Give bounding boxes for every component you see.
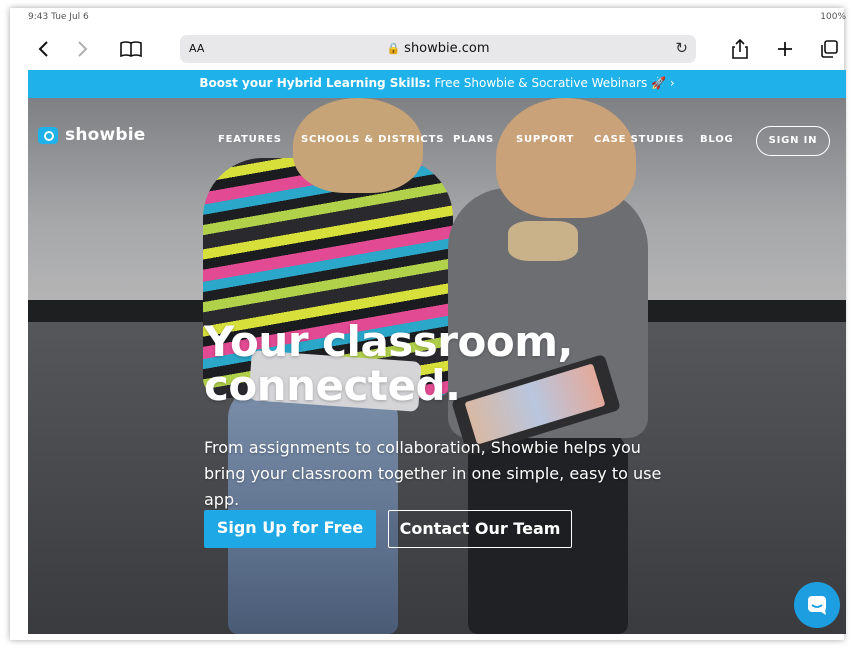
tabs-icon [821, 40, 838, 58]
chevron-left-icon [38, 41, 48, 57]
forward-button[interactable] [68, 34, 98, 64]
hero-section: showbie FEATURES SCHOOLS & DISTRICTS PLA… [28, 98, 846, 634]
new-tab-button[interactable] [770, 34, 800, 64]
address-bar[interactable]: AA 🔒 showbie.com ↻ [180, 35, 696, 63]
share-button[interactable] [725, 34, 755, 64]
status-bar: 9:43 Tue Jul 6 100% [28, 12, 846, 28]
banner-text: Free Showbie & Socrative Webinars 🚀 › [430, 76, 675, 90]
status-battery: 100% [820, 12, 846, 22]
browser-toolbar: AA 🔒 showbie.com ↻ [28, 30, 846, 68]
lock-icon: 🔒 [386, 42, 401, 55]
nav-features[interactable]: FEATURES [218, 134, 282, 145]
banner-highlight: Boost your Hybrid Learning Skills: [199, 76, 431, 90]
plus-icon [778, 42, 792, 56]
url-text: showbie.com [404, 41, 490, 56]
showbie-logo-icon [38, 126, 58, 144]
sign-up-button[interactable]: Sign Up for Free [204, 510, 376, 548]
hero-subtext: From assignments to collaboration, Showb… [204, 438, 662, 509]
promo-banner[interactable]: Boost your Hybrid Learning Skills: Free … [28, 70, 846, 98]
status-time: 9:43 Tue Jul 6 [28, 12, 89, 22]
chat-button[interactable] [794, 582, 840, 628]
chevron-right-icon [78, 41, 88, 57]
back-button[interactable] [28, 34, 58, 64]
hero-headline-line2: connected. [204, 361, 461, 410]
chat-icon [808, 596, 826, 615]
contact-team-button[interactable]: Contact Our Team [388, 510, 572, 548]
sign-in-button[interactable]: SIGN IN [756, 126, 830, 156]
showbie-logo[interactable]: showbie [38, 125, 146, 145]
reload-icon[interactable]: ↻ [675, 39, 688, 57]
nav-case-studies[interactable]: CASE STUDIES [594, 134, 684, 145]
nav-support[interactable]: SUPPORT [516, 134, 574, 145]
nav-blog[interactable]: BLOG [700, 134, 734, 145]
url-field[interactable]: 🔒 showbie.com [180, 41, 696, 56]
nav-plans[interactable]: PLANS [453, 134, 494, 145]
book-icon [120, 41, 142, 58]
hero-headline: Your classroom, connected. [204, 320, 573, 408]
hero-photo-mask [508, 221, 578, 261]
bookmarks-button[interactable] [116, 34, 146, 64]
share-icon [732, 38, 748, 59]
logo-text: showbie [65, 125, 146, 145]
hero-headline-line1: Your classroom, [204, 317, 573, 366]
hero-photo-child-left-hair [293, 98, 423, 193]
tabs-button[interactable] [814, 34, 844, 64]
hero-photo-child-right-hair [496, 98, 636, 218]
nav-schools-districts[interactable]: SCHOOLS & DISTRICTS [301, 134, 444, 145]
